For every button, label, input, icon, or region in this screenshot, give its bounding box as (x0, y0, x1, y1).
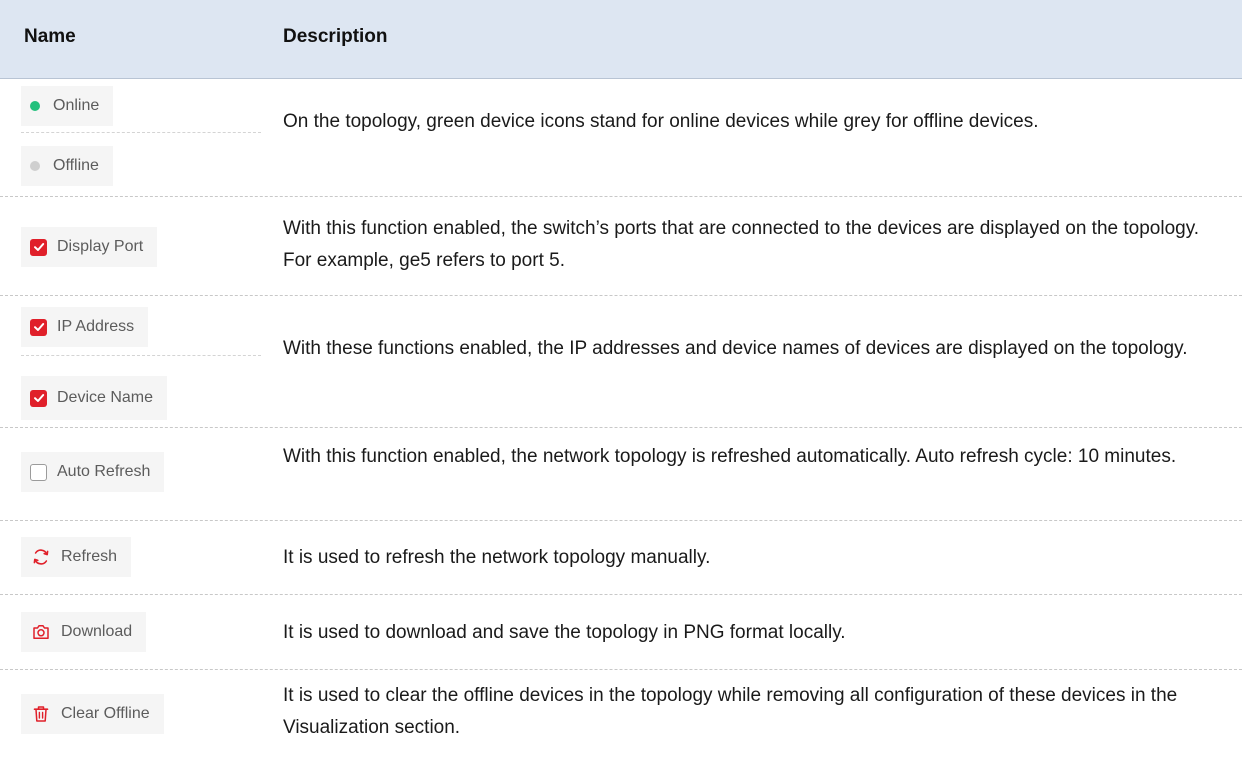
table-row-ip-device-name: IP Address Device Name With these functi… (0, 296, 1242, 428)
ip-address-label: IP Address (57, 318, 135, 335)
online-legend: Online (21, 86, 114, 126)
status-description: On the topology, green device icons stan… (283, 111, 1039, 132)
checkbox-checked-icon (30, 389, 47, 407)
checkbox-checked-icon (30, 318, 47, 336)
table-row-status: Online Offline On the topology, green de… (0, 79, 1242, 197)
table-row-display-port: Display Port With this function enabled,… (0, 197, 1242, 296)
device-name-checkbox[interactable]: Device Name (21, 376, 168, 420)
refresh-button[interactable]: Refresh (21, 537, 132, 577)
camera-icon (30, 622, 51, 643)
cell-divider (21, 132, 261, 133)
offline-label: Offline (53, 157, 99, 174)
trash-icon (30, 704, 51, 725)
online-dot-icon (30, 101, 40, 111)
display-port-description: With this function enabled, the switch’s… (283, 218, 1200, 271)
download-description: It is used to download and save the topo… (283, 622, 846, 643)
ip-address-checkbox[interactable]: IP Address (21, 307, 149, 347)
clear-offline-description: It is used to clear the offline devices … (283, 685, 1178, 738)
display-port-checkbox[interactable]: Display Port (21, 227, 158, 267)
offline-dot-icon (30, 161, 40, 171)
refresh-description: It is used to refresh the network topolo… (283, 547, 711, 568)
auto-refresh-description: With this function enabled, the network … (283, 446, 1177, 467)
online-label: Online (53, 97, 100, 114)
download-label: Download (61, 623, 133, 640)
download-button[interactable]: Download (21, 612, 147, 652)
refresh-icon (30, 547, 51, 568)
table-row-clear-offline: Clear Offline It is used to clear the of… (0, 670, 1242, 758)
clear-offline-label: Clear Offline (61, 705, 150, 722)
table-row-auto-refresh: Auto Refresh With this function enabled,… (0, 428, 1242, 521)
offline-legend: Offline (21, 146, 113, 186)
clear-offline-button[interactable]: Clear Offline (21, 694, 164, 734)
table-row-refresh: Refresh It is used to refresh the networ… (0, 521, 1242, 595)
auto-refresh-label: Auto Refresh (57, 463, 151, 480)
column-header-name: Name (24, 26, 76, 47)
cell-divider (21, 355, 261, 356)
display-port-label: Display Port (57, 238, 144, 255)
parameter-table: Name Description Online Offline On the t… (0, 0, 1242, 758)
auto-refresh-checkbox[interactable]: Auto Refresh (21, 452, 165, 492)
checkbox-unchecked-icon (30, 463, 47, 481)
ip-device-name-description: With these functions enabled, the IP add… (283, 338, 1188, 359)
column-header-description: Description (283, 26, 388, 47)
device-name-label: Device Name (57, 389, 154, 406)
refresh-label: Refresh (61, 548, 118, 565)
table-header: Name Description (0, 0, 1242, 79)
table-row-download: Download It is used to download and save… (0, 595, 1242, 670)
checkbox-checked-icon (30, 238, 47, 256)
